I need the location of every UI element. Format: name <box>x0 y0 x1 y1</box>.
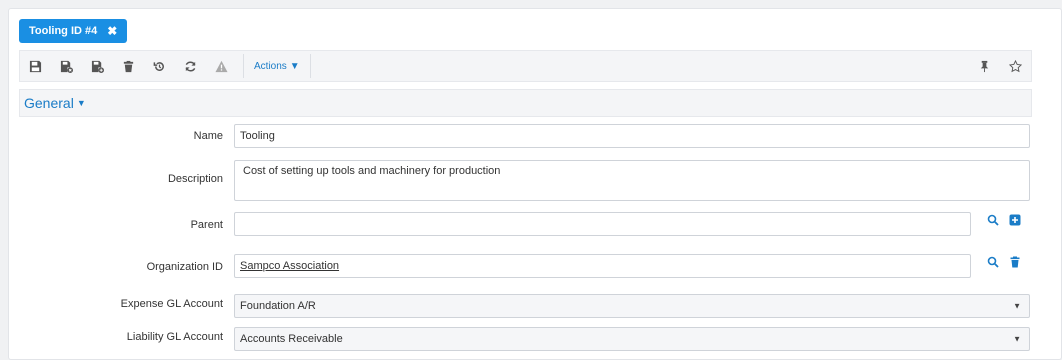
caret-down-icon: ▼ <box>76 98 86 108</box>
section-title: General <box>24 95 74 111</box>
dropdown-arrow-icon: ▼ <box>1013 334 1021 344</box>
pin-icon[interactable] <box>969 51 1000 81</box>
dropdown-arrow-icon: ▼ <box>1013 301 1021 311</box>
parent-label: Parent <box>190 219 223 231</box>
search-icon[interactable] <box>986 213 1000 227</box>
save-icon[interactable] <box>20 51 51 81</box>
search-icon[interactable] <box>986 255 1000 269</box>
description-label: Description <box>167 173 223 185</box>
liability-gl-select[interactable]: Accounts Receivable ▼ <box>234 327 1030 351</box>
organization-label: Organization ID <box>146 261 223 273</box>
toolbar-divider <box>243 54 244 78</box>
organization-field[interactable]: Sampco Association <box>234 254 971 278</box>
warning-icon[interactable] <box>206 51 237 81</box>
expense-gl-value: Foundation A/R <box>240 300 316 312</box>
actions-label: Actions <box>254 60 287 72</box>
save-new-icon[interactable] <box>82 51 113 81</box>
record-tab[interactable]: Tooling ID #4 ✖ <box>19 19 128 43</box>
trash-icon[interactable] <box>1008 255 1022 269</box>
trash-icon[interactable] <box>113 51 144 81</box>
add-icon[interactable] <box>1008 213 1022 227</box>
name-field[interactable]: Tooling <box>234 124 1030 148</box>
undo-history-icon[interactable] <box>144 51 175 81</box>
expense-gl-select[interactable]: Foundation A/R ▼ <box>234 294 1030 318</box>
save-close-icon[interactable] <box>51 51 82 81</box>
record-panel: Tooling ID #4 ✖ Actions ▼ General ▼ Name… <box>8 8 1062 360</box>
record-tab-label: Tooling ID #4 <box>29 25 98 37</box>
toolbar-divider <box>309 54 311 78</box>
organization-link[interactable]: Sampco Association <box>240 260 339 272</box>
actions-menu[interactable]: Actions ▼ <box>250 61 304 72</box>
general-section-header[interactable]: General ▼ <box>19 89 1032 117</box>
caret-down-icon: ▼ <box>289 60 300 72</box>
refresh-icon[interactable] <box>175 51 206 81</box>
liability-gl-value: Accounts Receivable <box>240 333 343 345</box>
parent-field[interactable] <box>234 212 971 236</box>
toolbar: Actions ▼ <box>19 50 1032 82</box>
description-value: Cost of setting up tools and machinery f… <box>243 165 501 177</box>
description-field[interactable]: Cost of setting up tools and machinery f… <box>234 160 1030 201</box>
close-tab-icon[interactable]: ✖ <box>107 24 117 38</box>
name-label: Name <box>193 130 223 142</box>
star-icon[interactable] <box>1000 51 1031 81</box>
liability-gl-label: Liability GL Account <box>126 331 223 343</box>
name-value: Tooling <box>240 130 275 142</box>
expense-gl-label: Expense GL Account <box>120 298 223 310</box>
